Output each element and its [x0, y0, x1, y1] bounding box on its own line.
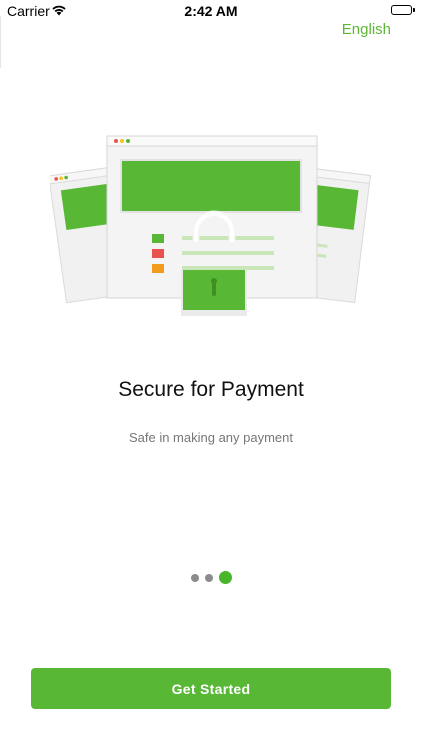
status-time: 2:42 AM: [184, 3, 238, 19]
page-dot-3-active[interactable]: [218, 571, 232, 584]
page-indicator: [0, 571, 422, 584]
secure-payment-illustration: [48, 130, 372, 320]
page-title: Secure for Payment: [118, 378, 304, 401]
get-started-button[interactable]: Get Started: [31, 668, 391, 709]
page-dot-1[interactable]: [190, 573, 199, 582]
status-bar: Carrier 2:42 AM: [0, 0, 422, 22]
battery-icon: [391, 5, 415, 15]
page-subtitle: Safe in making any payment: [128, 430, 294, 445]
page-dot-2[interactable]: [204, 573, 213, 582]
left-edge-line: [0, 16, 1, 68]
language-switch[interactable]: English: [342, 21, 391, 38]
